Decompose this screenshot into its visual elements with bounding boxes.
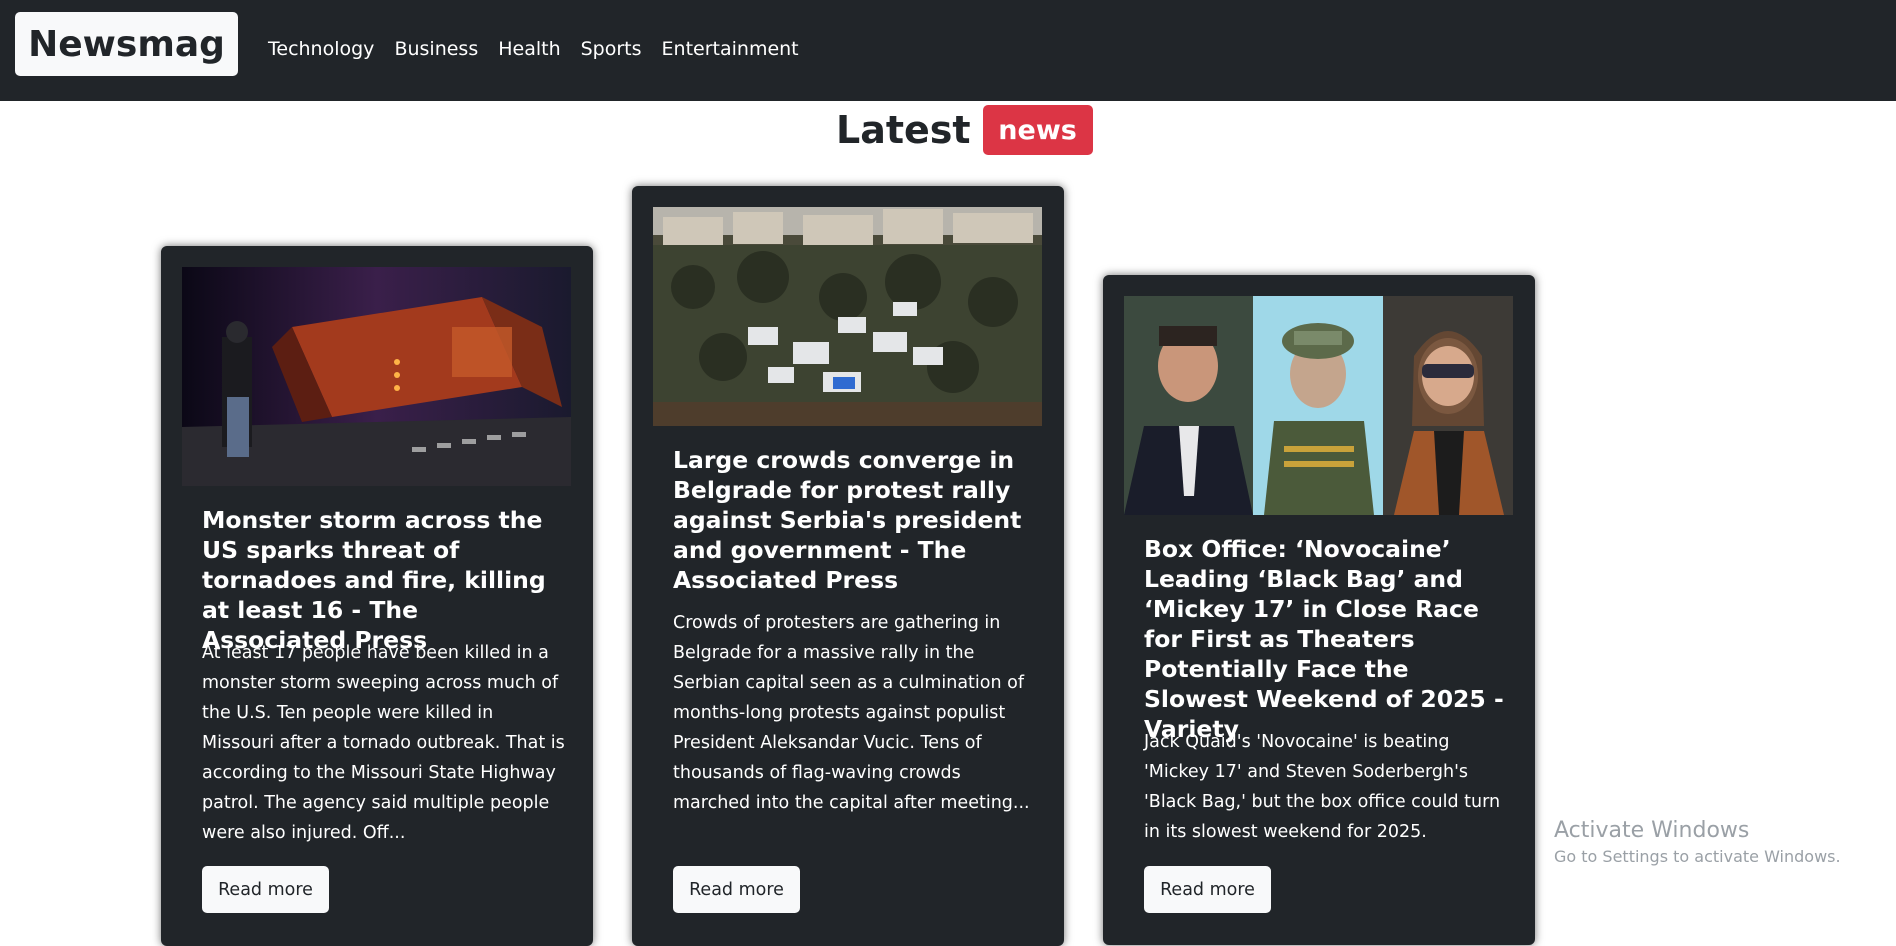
card-title[interactable]: Monster storm across the US sparks threa… [202, 505, 565, 655]
page-heading: Latest news [836, 105, 1093, 155]
card-description: At least 17 people have been killed in a… [202, 643, 565, 843]
card-title[interactable]: Box Office: ‘Novocaine’ Leading ‘Black B… [1144, 534, 1507, 744]
card-image [182, 267, 571, 486]
nav-link-entertainment[interactable]: Entertainment [652, 34, 809, 64]
card-description: Jack Quaid's 'Novocaine' is beating 'Mic… [1144, 732, 1501, 842]
card-title[interactable]: Large crowds converge in Belgrade for pr… [673, 445, 1036, 595]
card-image [653, 207, 1042, 426]
nav-links: Technology Business Health Sports Entert… [258, 34, 809, 64]
brand-logo[interactable]: Newsmag [15, 12, 238, 76]
nav-link-technology[interactable]: Technology [258, 34, 384, 64]
watermark-subtitle: Go to Settings to activate Windows. [1554, 847, 1841, 866]
heading-badge: news [982, 105, 1093, 155]
read-more-button[interactable]: Read more [202, 866, 329, 913]
read-more-button[interactable]: Read more [1144, 866, 1271, 913]
activate-windows-watermark: Activate Windows Go to Settings to activ… [1554, 816, 1841, 868]
nav-link-health[interactable]: Health [488, 34, 570, 64]
card-description: Crowds of protesters are gathering in Be… [673, 613, 1030, 813]
nav-link-business[interactable]: Business [384, 34, 488, 64]
news-card: Monster storm across the US sparks threa… [161, 246, 593, 946]
card-image [1124, 296, 1513, 515]
watermark-title: Activate Windows [1554, 818, 1750, 843]
news-card: Box Office: ‘Novocaine’ Leading ‘Black B… [1103, 275, 1535, 945]
heading-text: Latest [836, 108, 971, 152]
read-more-button[interactable]: Read more [673, 866, 800, 913]
navbar: Newsmag Technology Business Health Sport… [0, 0, 1896, 101]
nav-link-sports[interactable]: Sports [571, 34, 652, 64]
news-card: Large crowds converge in Belgrade for pr… [632, 186, 1064, 946]
